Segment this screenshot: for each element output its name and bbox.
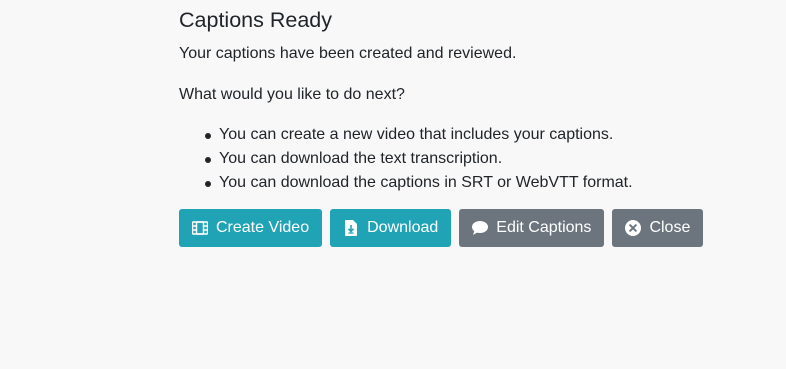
options-list: You can create a new video that includes… <box>179 123 739 195</box>
comment-icon <box>472 220 489 236</box>
edit-captions-button[interactable]: Edit Captions <box>459 209 605 247</box>
page-title: Captions Ready <box>179 8 332 32</box>
file-download-icon <box>343 220 359 236</box>
film-icon <box>192 220 208 236</box>
action-buttons: Create Video Download Edit Captions Clos… <box>179 209 739 247</box>
next-steps-question: What would you like to do next? <box>179 86 405 103</box>
list-item: You can download the captions in SRT or … <box>203 171 739 195</box>
create-video-label: Create Video <box>216 219 310 236</box>
download-button[interactable]: Download <box>330 209 452 247</box>
create-video-button[interactable]: Create Video <box>179 209 323 247</box>
status-message: Your captions have been created and revi… <box>179 45 517 62</box>
captions-ready-panel: Captions Ready Your captions have been c… <box>179 6 739 247</box>
close-button[interactable]: Close <box>612 209 704 247</box>
download-label: Download <box>367 219 439 236</box>
close-label: Close <box>649 219 691 236</box>
edit-captions-label: Edit Captions <box>496 219 592 236</box>
times-circle-icon <box>625 220 642 236</box>
list-item: You can download the text transcription. <box>203 147 739 171</box>
list-item: You can create a new video that includes… <box>203 123 739 147</box>
